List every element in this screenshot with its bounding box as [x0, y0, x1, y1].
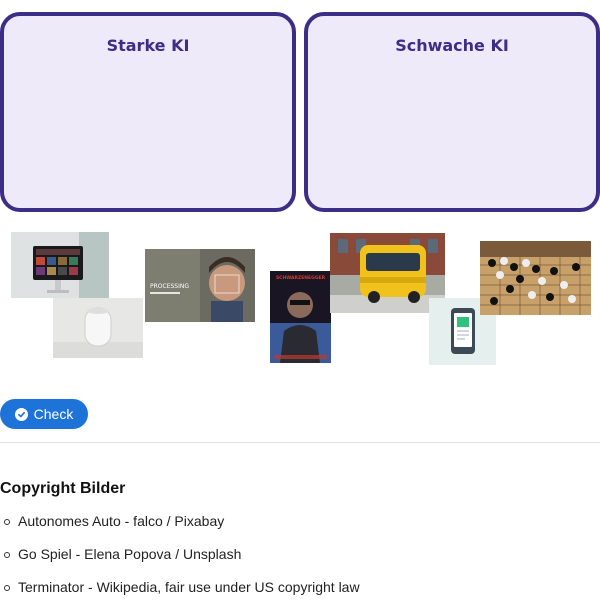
check-circle-icon: [14, 407, 28, 421]
check-button-label: Check: [33, 406, 74, 422]
poster-title-text: SCHWARZENEGGER: [276, 275, 326, 281]
list-item: Terminator - Wikipedia, fair use under U…: [0, 571, 360, 604]
card-terminator-poster[interactable]: SCHWARZENEGGER: [270, 271, 331, 363]
face-processing-text: PROCESSING: [150, 283, 189, 290]
dropzone-weak-ai[interactable]: Schwache KI: [304, 12, 600, 212]
dropzone-strong-ai[interactable]: Starke KI: [0, 12, 296, 212]
card-autonomous-bus[interactable]: [330, 233, 445, 313]
copyright-list: Autonomes Auto - falco / Pixabay Go Spie…: [0, 505, 360, 604]
list-item: Autonomes Auto - falco / Pixabay: [0, 505, 360, 538]
card-face-recognition[interactable]: PROCESSING: [145, 249, 255, 322]
dropzone-title: Starke KI: [106, 36, 190, 55]
divider: [0, 442, 600, 443]
copyright-title: Copyright Bilder: [0, 480, 126, 497]
card-streaming-monitor[interactable]: [11, 232, 109, 298]
dropzone-title: Schwache KI: [395, 36, 509, 55]
card-smart-speaker[interactable]: [53, 298, 143, 358]
check-button[interactable]: Check: [0, 399, 88, 429]
list-item: Go Spiel - Elena Popova / Unsplash: [0, 538, 360, 571]
card-go-game[interactable]: [480, 241, 591, 315]
